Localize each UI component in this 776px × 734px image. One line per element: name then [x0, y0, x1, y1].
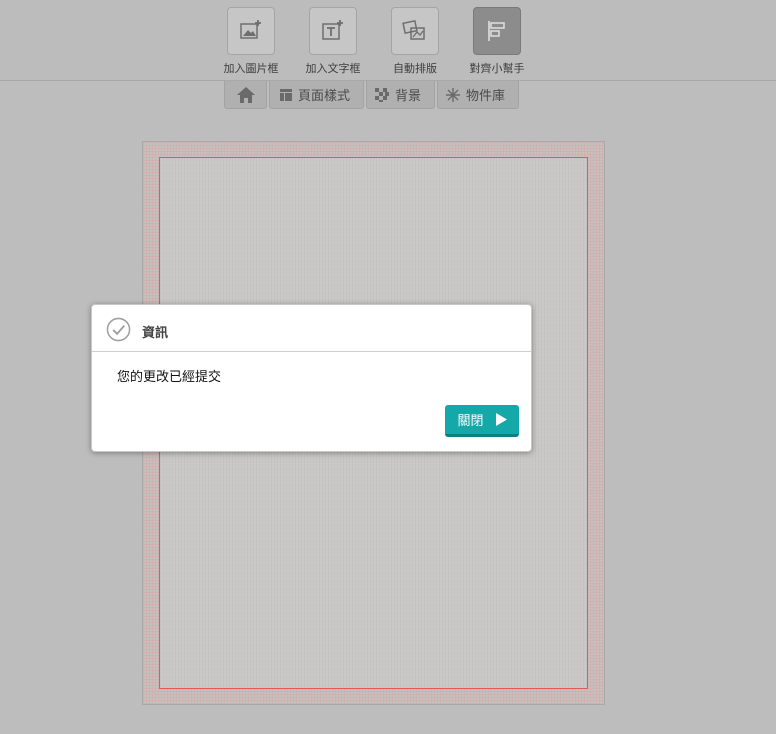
tab-home[interactable] [224, 81, 267, 109]
home-icon [236, 86, 255, 103]
check-circle-icon [106, 317, 131, 342]
add-text-label: 加入文字框 [305, 62, 361, 75]
tab-background[interactable]: 背景 [366, 81, 435, 109]
auto-layout-tool[interactable]: 自動排版 [380, 7, 450, 76]
add-image-frame-tool[interactable]: 加入圖片框 [216, 7, 286, 76]
add-text-frame-tool[interactable]: 加入文字框 [298, 7, 368, 76]
top-toolbar: 加入圖片框 加入文字框 自動排版 對齊小幫手 [0, 0, 776, 81]
align-helper-tool[interactable]: 對齊小幫手 [462, 7, 532, 76]
info-dialog: 資訊 您的更改已經提交 關閉 [91, 304, 532, 452]
add-image-icon [240, 20, 261, 39]
auto-layout-tile[interactable] [391, 7, 439, 55]
dialog-header: 資訊 [92, 305, 531, 352]
align-helper-label: 對齊小幫手 [469, 62, 525, 75]
dialog-message: 您的更改已經提交 [117, 370, 222, 385]
close-button[interactable]: 關閉 [445, 405, 519, 437]
tab-object-library-label: 物件庫 [466, 89, 506, 104]
tab-background-label: 背景 [395, 89, 422, 104]
add-text-icon [322, 20, 343, 40]
tab-page-style-label: 頁面樣式 [298, 89, 351, 104]
add-image-tile[interactable] [227, 7, 275, 55]
object-library-icon [446, 87, 460, 102]
auto-layout-label: 自動排版 [393, 62, 437, 75]
background-icon [375, 87, 389, 102]
auto-layout-icon [402, 19, 425, 40]
align-helper-icon [488, 21, 505, 41]
dialog-title: 資訊 [142, 326, 169, 341]
add-text-tile[interactable] [309, 7, 357, 55]
play-arrow-icon [495, 413, 507, 426]
page-style-icon [280, 88, 292, 101]
align-helper-tile[interactable] [473, 7, 521, 55]
close-button-label: 關閉 [457, 414, 484, 429]
tab-page-style[interactable]: 頁面樣式 [269, 81, 364, 109]
tab-object-library[interactable]: 物件庫 [437, 81, 519, 109]
add-image-label: 加入圖片框 [223, 62, 279, 75]
